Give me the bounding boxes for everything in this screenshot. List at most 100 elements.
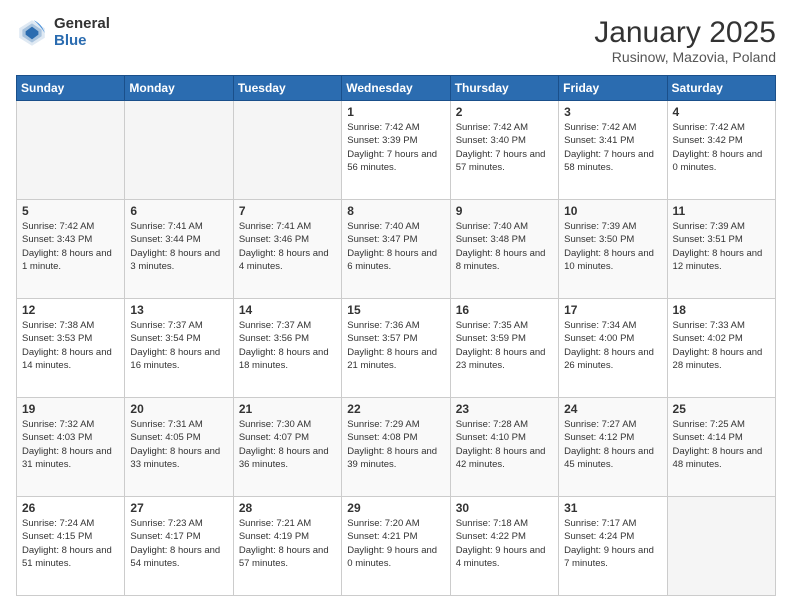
day-number: 16 [456,303,553,317]
day-info: Sunrise: 7:39 AMSunset: 3:50 PMDaylight:… [564,220,661,273]
calendar-title: January 2025 [594,16,776,49]
calendar-cell: 11 Sunrise: 7:39 AMSunset: 3:51 PMDayligh… [667,200,775,299]
calendar-cell: 24 Sunrise: 7:27 AMSunset: 4:12 PMDayligh… [559,398,667,497]
header: General Blue January 2025 Rusinow, Mazov… [16,16,776,65]
calendar-cell: 30 Sunrise: 7:18 AMSunset: 4:22 PMDayligh… [450,497,558,596]
calendar-cell: 25Sunrise: 7:25 AMSunset: 4:14 PMDayligh… [667,398,775,497]
calendar-cell [667,497,775,596]
title-block: January 2025 Rusinow, Mazovia, Poland [594,16,776,65]
calendar-cell: 29 Sunrise: 7:20 AMSunset: 4:21 PMDayligh… [342,497,450,596]
day-number: 4 [673,105,770,119]
week-row-2: 5 Sunrise: 7:42 AMSunset: 3:43 PMDaylight… [17,200,776,299]
calendar-cell: 14Sunrise: 7:37 AMSunset: 3:56 PMDayligh… [233,299,341,398]
day-number: 24 [564,402,661,416]
day-number: 28 [239,501,336,515]
day-info: Sunrise: 7:42 AMSunset: 3:39 PMDaylight:… [347,121,444,174]
day-number: 26 [22,501,119,515]
day-info: Sunrise: 7:42 AMSunset: 3:40 PMDaylight:… [456,121,553,174]
day-number: 22 [347,402,444,416]
day-info: Sunrise: 7:36 AMSunset: 3:57 PMDaylight:… [347,319,444,372]
day-info: Sunrise: 7:17 AMSunset: 4:24 PMDaylight:… [564,517,661,570]
weekday-header-tuesday: Tuesday [233,76,341,101]
calendar-cell: 12 Sunrise: 7:38 AMSunset: 3:53 PMDayligh… [17,299,125,398]
day-number: 31 [564,501,661,515]
calendar-cell: 6 Sunrise: 7:41 AMSunset: 3:44 PMDaylight… [125,200,233,299]
day-number: 6 [130,204,227,218]
day-info: Sunrise: 7:31 AMSunset: 4:05 PMDaylight:… [130,418,227,471]
weekday-header-monday: Monday [125,76,233,101]
day-info: Sunrise: 7:35 AMSunset: 3:59 PMDaylight:… [456,319,553,372]
day-info: Sunrise: 7:28 AMSunset: 4:10 PMDaylight:… [456,418,553,471]
day-number: 9 [456,204,553,218]
calendar-cell: 27 Sunrise: 7:23 AMSunset: 4:17 PMDayligh… [125,497,233,596]
day-number: 18 [673,303,770,317]
logo-general-text: General [54,16,110,33]
day-info: Sunrise: 7:42 AMSunset: 3:43 PMDaylight:… [22,220,119,273]
day-number: 7 [239,204,336,218]
calendar-cell: 31 Sunrise: 7:17 AMSunset: 4:24 PMDayligh… [559,497,667,596]
day-number: 1 [347,105,444,119]
calendar-cell: 26 Sunrise: 7:24 AMSunset: 4:15 PMDayligh… [17,497,125,596]
week-row-3: 12 Sunrise: 7:38 AMSunset: 3:53 PMDayligh… [17,299,776,398]
calendar-cell: 22 Sunrise: 7:29 AMSunset: 4:08 PMDayligh… [342,398,450,497]
day-info: Sunrise: 7:34 AMSunset: 4:00 PMDaylight:… [564,319,661,372]
calendar-cell: 1 Sunrise: 7:42 AMSunset: 3:39 PMDaylight… [342,101,450,200]
day-number: 2 [456,105,553,119]
calendar-cell: 8 Sunrise: 7:40 AMSunset: 3:47 PMDaylight… [342,200,450,299]
day-info: Sunrise: 7:25 AMSunset: 4:14 PMDaylight:… [673,418,770,471]
weekday-header-thursday: Thursday [450,76,558,101]
calendar-cell: 17Sunrise: 7:34 AMSunset: 4:00 PMDayligh… [559,299,667,398]
day-info: Sunrise: 7:37 AMSunset: 3:54 PMDaylight:… [130,319,227,372]
calendar-cell [125,101,233,200]
day-info: Sunrise: 7:18 AMSunset: 4:22 PMDaylight:… [456,517,553,570]
page: General Blue January 2025 Rusinow, Mazov… [0,0,792,612]
day-info: Sunrise: 7:38 AMSunset: 3:53 PMDaylight:… [22,319,119,372]
weekday-header-row: SundayMondayTuesdayWednesdayThursdayFrid… [17,76,776,101]
day-number: 29 [347,501,444,515]
day-info: Sunrise: 7:27 AMSunset: 4:12 PMDaylight:… [564,418,661,471]
calendar-cell: 16 Sunrise: 7:35 AMSunset: 3:59 PMDayligh… [450,299,558,398]
day-number: 11 [673,204,770,218]
day-number: 10 [564,204,661,218]
calendar-cell: 28 Sunrise: 7:21 AMSunset: 4:19 PMDayligh… [233,497,341,596]
logo-icon [16,17,48,49]
day-info: Sunrise: 7:40 AMSunset: 3:47 PMDaylight:… [347,220,444,273]
day-number: 5 [22,204,119,218]
day-info: Sunrise: 7:42 AMSunset: 3:41 PMDaylight:… [564,121,661,174]
day-info: Sunrise: 7:41 AMSunset: 3:46 PMDaylight:… [239,220,336,273]
calendar-cell: 21Sunrise: 7:30 AMSunset: 4:07 PMDayligh… [233,398,341,497]
day-info: Sunrise: 7:41 AMSunset: 3:44 PMDaylight:… [130,220,227,273]
day-info: Sunrise: 7:23 AMSunset: 4:17 PMDaylight:… [130,517,227,570]
calendar-cell: 20Sunrise: 7:31 AMSunset: 4:05 PMDayligh… [125,398,233,497]
day-number: 8 [347,204,444,218]
day-info: Sunrise: 7:24 AMSunset: 4:15 PMDaylight:… [22,517,119,570]
calendar-cell [17,101,125,200]
day-info: Sunrise: 7:39 AMSunset: 3:51 PMDaylight:… [673,220,770,273]
day-info: Sunrise: 7:21 AMSunset: 4:19 PMDaylight:… [239,517,336,570]
calendar-cell: 19Sunrise: 7:32 AMSunset: 4:03 PMDayligh… [17,398,125,497]
calendar-table: SundayMondayTuesdayWednesdayThursdayFrid… [16,75,776,596]
day-number: 27 [130,501,227,515]
weekday-header-wednesday: Wednesday [342,76,450,101]
calendar-cell: 2 Sunrise: 7:42 AMSunset: 3:40 PMDaylight… [450,101,558,200]
logo-blue-text: Blue [54,33,110,50]
day-number: 15 [347,303,444,317]
week-row-1: 1 Sunrise: 7:42 AMSunset: 3:39 PMDaylight… [17,101,776,200]
day-number: 12 [22,303,119,317]
calendar-cell: 7 Sunrise: 7:41 AMSunset: 3:46 PMDaylight… [233,200,341,299]
calendar-cell: 4 Sunrise: 7:42 AMSunset: 3:42 PMDaylight… [667,101,775,200]
day-info: Sunrise: 7:32 AMSunset: 4:03 PMDaylight:… [22,418,119,471]
calendar-cell: 15 Sunrise: 7:36 AMSunset: 3:57 PMDayligh… [342,299,450,398]
day-info: Sunrise: 7:20 AMSunset: 4:21 PMDaylight:… [347,517,444,570]
calendar-cell: 9Sunrise: 7:40 AMSunset: 3:48 PMDaylight… [450,200,558,299]
day-info: Sunrise: 7:42 AMSunset: 3:42 PMDaylight:… [673,121,770,174]
day-info: Sunrise: 7:29 AMSunset: 4:08 PMDaylight:… [347,418,444,471]
day-number: 3 [564,105,661,119]
day-number: 30 [456,501,553,515]
calendar-cell [233,101,341,200]
calendar-cell: 10 Sunrise: 7:39 AMSunset: 3:50 PMDayligh… [559,200,667,299]
day-number: 14 [239,303,336,317]
weekday-header-saturday: Saturday [667,76,775,101]
week-row-4: 19Sunrise: 7:32 AMSunset: 4:03 PMDayligh… [17,398,776,497]
day-number: 13 [130,303,227,317]
